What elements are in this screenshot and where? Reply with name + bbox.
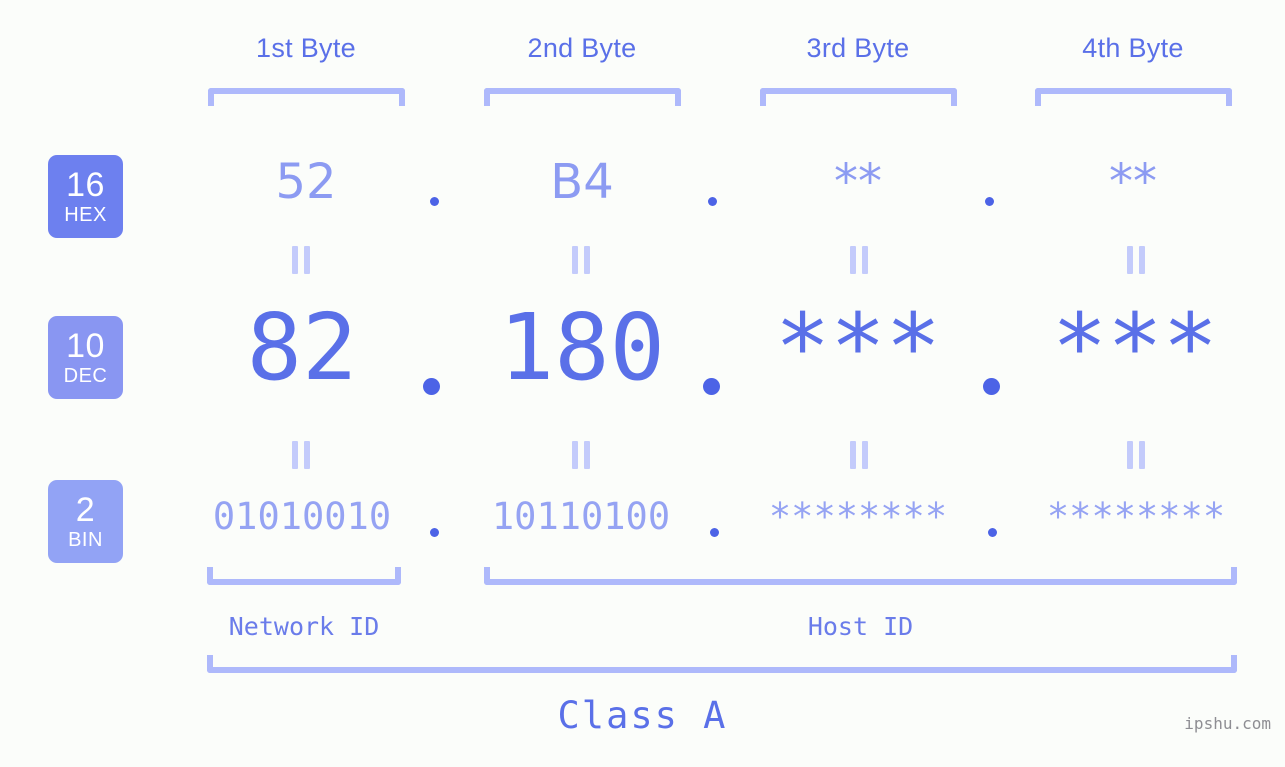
hex-separator-dot-1 xyxy=(430,197,439,206)
base-badge-hex: 16 HEX xyxy=(48,155,123,238)
network-id-label: Network ID xyxy=(228,612,380,641)
bin-byte-2: 10110100 xyxy=(491,495,671,538)
base-badge-hex-number: 16 xyxy=(66,166,105,204)
base-badge-bin-name: BIN xyxy=(68,529,103,551)
network-id-bracket xyxy=(207,567,401,585)
hex-byte-1: 52 xyxy=(275,154,337,210)
dec-byte-1: 82 xyxy=(246,294,358,401)
class-label: Class A xyxy=(557,694,728,737)
bin-byte-4: ******** xyxy=(1046,495,1226,538)
byte-bracket-2 xyxy=(484,88,681,106)
equality-mark-hex-dec-3 xyxy=(846,246,872,274)
byte-bracket-1 xyxy=(208,88,405,106)
base-badge-dec: 10 DEC xyxy=(48,316,123,399)
byte-bracket-4 xyxy=(1035,88,1232,106)
bin-separator-dot-3 xyxy=(988,528,997,537)
equality-mark-dec-bin-4 xyxy=(1123,441,1149,469)
host-id-label: Host ID xyxy=(807,612,914,641)
hex-separator-dot-3 xyxy=(985,197,994,206)
byte-header-2: 2nd Byte xyxy=(527,33,637,63)
base-badge-dec-number: 10 xyxy=(66,327,105,365)
bin-byte-1: 01010010 xyxy=(212,495,392,538)
bin-byte-3: ******** xyxy=(768,495,948,538)
byte-header-1: 1st Byte xyxy=(256,33,356,63)
class-bracket xyxy=(207,655,1237,673)
host-id-bracket xyxy=(484,567,1237,585)
base-badge-dec-name: DEC xyxy=(63,365,108,387)
dec-separator-dot-2 xyxy=(703,378,720,395)
hex-byte-2: B4 xyxy=(550,154,614,210)
base-badge-bin-number: 2 xyxy=(75,491,96,529)
dec-byte-3: *** xyxy=(774,294,942,401)
site-watermark: ipshu.com xyxy=(1184,714,1271,733)
base-badge-bin: 2 BIN xyxy=(48,480,123,563)
equality-mark-dec-bin-1 xyxy=(288,441,314,469)
base-badge-hex-name: HEX xyxy=(64,204,107,226)
dec-byte-4: *** xyxy=(1051,294,1219,401)
dec-separator-dot-3 xyxy=(983,378,1000,395)
ip-address-breakdown-diagram: 1st Byte 2nd Byte 3rd Byte 4th Byte 16 H… xyxy=(0,0,1285,767)
equality-mark-hex-dec-2 xyxy=(568,246,594,274)
bin-separator-dot-1 xyxy=(430,528,439,537)
byte-header-4: 4th Byte xyxy=(1082,33,1184,63)
equality-mark-hex-dec-1 xyxy=(288,246,314,274)
equality-mark-dec-bin-2 xyxy=(568,441,594,469)
equality-mark-hex-dec-4 xyxy=(1123,246,1149,274)
bin-separator-dot-2 xyxy=(710,528,719,537)
hex-byte-3: ** xyxy=(834,154,882,210)
byte-bracket-3 xyxy=(760,88,957,106)
byte-header-3: 3rd Byte xyxy=(806,33,910,63)
equality-mark-dec-bin-3 xyxy=(846,441,872,469)
hex-separator-dot-2 xyxy=(708,197,717,206)
dec-separator-dot-1 xyxy=(423,378,440,395)
hex-byte-4: ** xyxy=(1109,154,1157,210)
dec-byte-2: 180 xyxy=(498,294,666,401)
